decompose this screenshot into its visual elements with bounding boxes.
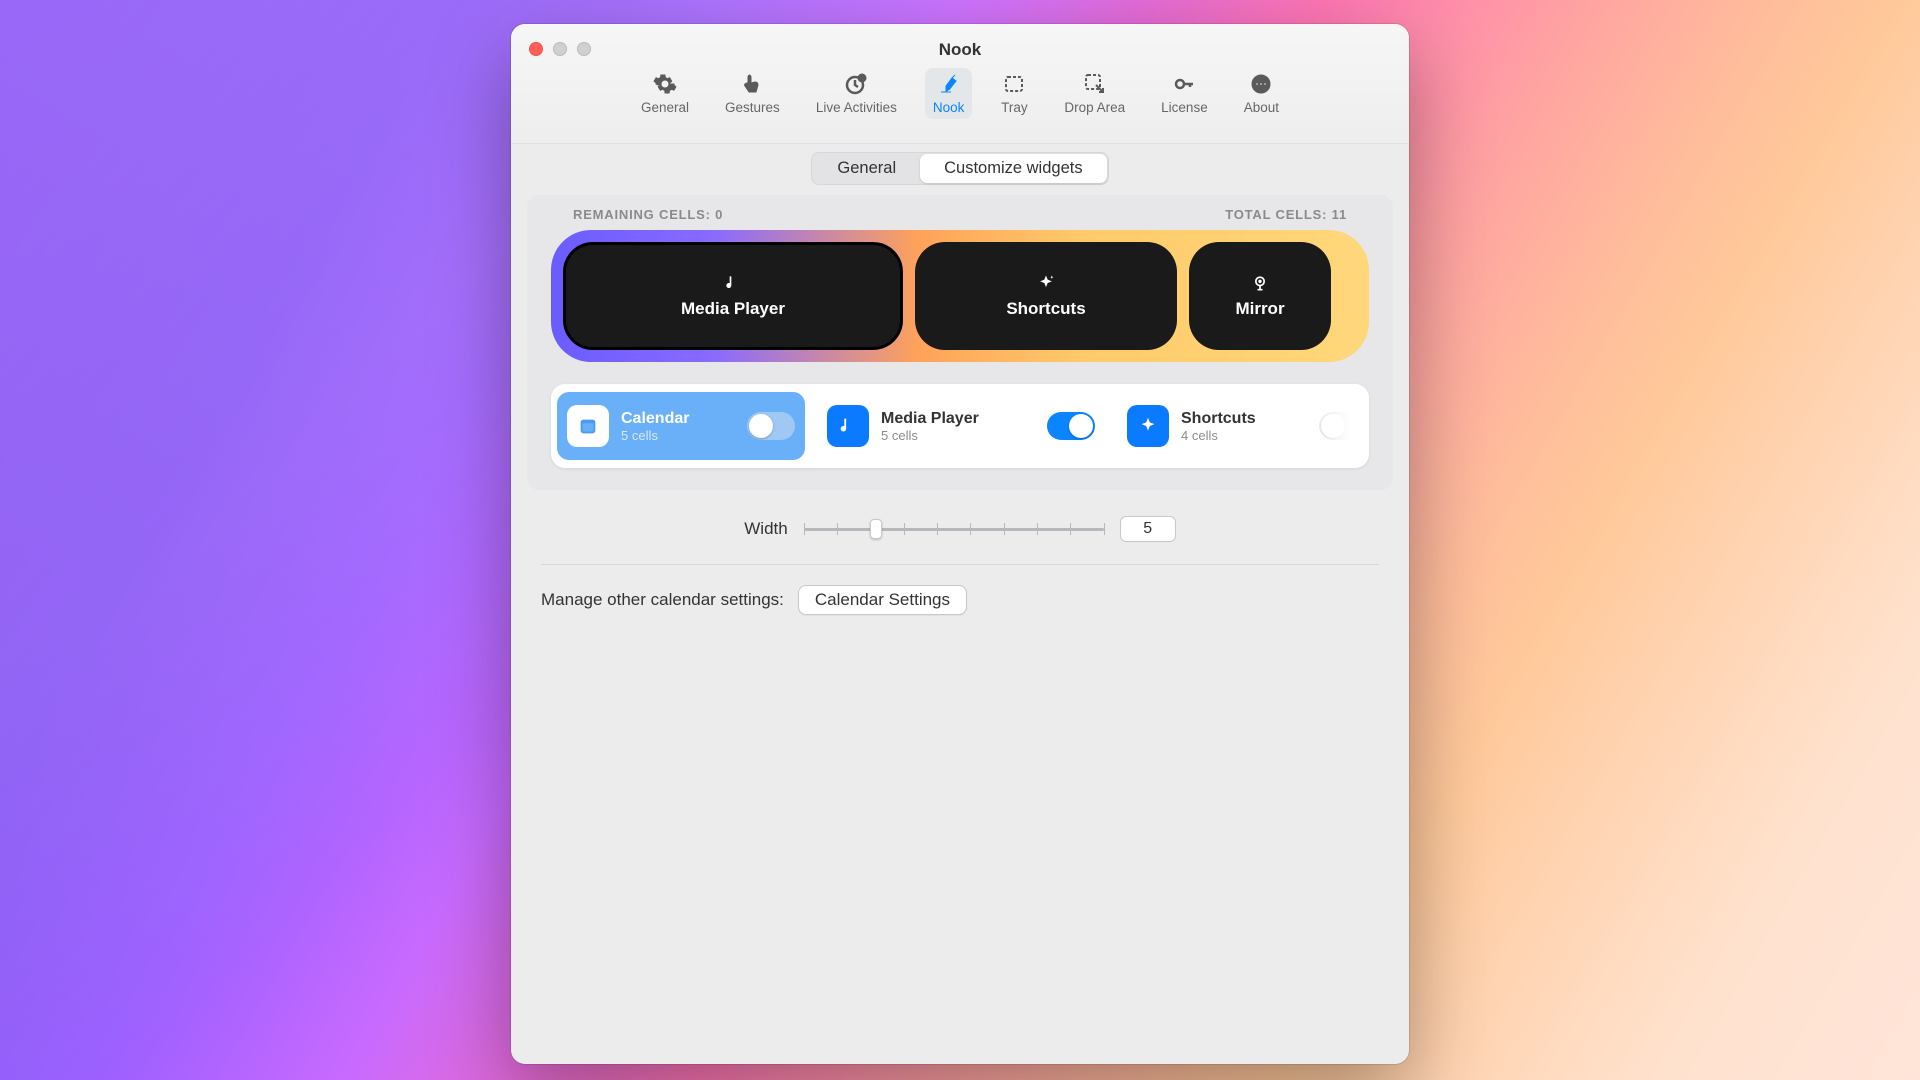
close-button[interactable] (529, 42, 543, 56)
toolbar-label: About (1244, 100, 1279, 115)
preferences-window: Nook General Gestures Live Activities N (511, 24, 1409, 1064)
sparkle-icon (1127, 405, 1169, 447)
zoom-button[interactable] (577, 42, 591, 56)
key-icon (1170, 72, 1198, 96)
ellipsis-circle-icon (1247, 72, 1275, 96)
widget-toggle-calendar[interactable] (747, 412, 795, 440)
slider-thumb[interactable] (870, 519, 882, 539)
widget-cells: 4 cells (1181, 428, 1256, 443)
toolbar-label: General (641, 100, 689, 115)
toolbar: General Gestures Live Activities Nook Tr… (511, 68, 1409, 119)
music-note-icon (723, 273, 743, 293)
preview-widget-media-player[interactable]: Media Player (563, 242, 903, 350)
content-area: General Customize widgets REMAINING CELL… (511, 144, 1409, 1064)
preview-widget-title: Shortcuts (1006, 299, 1085, 319)
clock-badge-icon (842, 72, 870, 96)
preview-widget-mirror[interactable]: Mirror (1189, 242, 1331, 350)
toolbar-about[interactable]: About (1236, 68, 1287, 119)
segment-general[interactable]: General (813, 154, 920, 183)
toolbar-label: Live Activities (816, 100, 897, 115)
minimize-button[interactable] (553, 42, 567, 56)
widget-toggle-media-player[interactable] (1047, 412, 1095, 440)
widget-card-shortcuts[interactable]: Shortcuts 4 cells (1117, 392, 1369, 460)
widget-card-calendar[interactable]: Calendar 5 cells (557, 392, 805, 460)
toolbar-drop-area[interactable]: Drop Area (1056, 68, 1133, 119)
hand-tap-icon (738, 72, 766, 96)
preview-widget-title: Media Player (681, 299, 785, 319)
widgets-list[interactable]: Calendar 5 cells Media Player 5 cells (551, 384, 1369, 468)
manage-label: Manage other calendar settings: (541, 590, 784, 610)
preview-widget-shortcuts[interactable]: Shortcuts (915, 242, 1177, 350)
tray-icon (1000, 72, 1028, 96)
toolbar-general[interactable]: General (633, 68, 697, 119)
toolbar-label: Gestures (725, 100, 780, 115)
camera-icon (1250, 273, 1270, 293)
drop-area-icon (1081, 72, 1109, 96)
calendar-icon (567, 405, 609, 447)
toolbar-label: License (1161, 100, 1208, 115)
gear-icon (651, 72, 679, 96)
divider (541, 564, 1379, 565)
toolbar-label: Tray (1001, 100, 1028, 115)
widget-cells: 5 cells (621, 428, 689, 443)
widget-name: Shortcuts (1181, 410, 1256, 428)
segment-customize-widgets[interactable]: Customize widgets (920, 154, 1106, 183)
widget-cells: 5 cells (881, 428, 979, 443)
width-slider[interactable] (804, 519, 1104, 539)
calendar-settings-button[interactable]: Calendar Settings (798, 585, 967, 615)
width-value[interactable]: 5 (1120, 516, 1176, 542)
nook-preview-pill: Media Player Shortcuts Mirror (551, 230, 1369, 362)
traffic-lights (529, 42, 591, 56)
toolbar-live-activities[interactable]: Live Activities (808, 68, 905, 119)
width-label: Width (744, 519, 787, 539)
widgets-panel: REMAINING CELLS: 0 TOTAL CELLS: 11 Media… (527, 195, 1393, 490)
titlebar: Nook General Gestures Live Activities N (511, 24, 1409, 144)
toolbar-label: Nook (933, 100, 965, 115)
total-cells-label: TOTAL CELLS: 11 (1225, 207, 1347, 222)
lamp-icon (935, 72, 963, 96)
toolbar-license[interactable]: License (1153, 68, 1216, 119)
desktop-wallpaper: Nook General Gestures Live Activities N (0, 0, 1920, 1080)
widget-toggle-shortcuts[interactable] (1319, 412, 1367, 440)
widget-card-media-player[interactable]: Media Player 5 cells (817, 392, 1105, 460)
segmented-control: General Customize widgets (811, 152, 1108, 185)
sparkle-icon (1036, 273, 1056, 293)
preview-widget-title: Mirror (1235, 299, 1284, 319)
music-note-icon (827, 405, 869, 447)
window-title: Nook (511, 24, 1409, 60)
toolbar-tray[interactable]: Tray (992, 68, 1036, 119)
remaining-cells-label: REMAINING CELLS: 0 (573, 207, 723, 222)
widget-name: Media Player (881, 410, 979, 428)
widget-detail: Width 5 Manage other calendar settings: … (541, 490, 1379, 615)
toolbar-label: Drop Area (1064, 100, 1125, 115)
toolbar-gestures[interactable]: Gestures (717, 68, 788, 119)
widget-name: Calendar (621, 410, 689, 428)
toolbar-nook[interactable]: Nook (925, 68, 973, 119)
